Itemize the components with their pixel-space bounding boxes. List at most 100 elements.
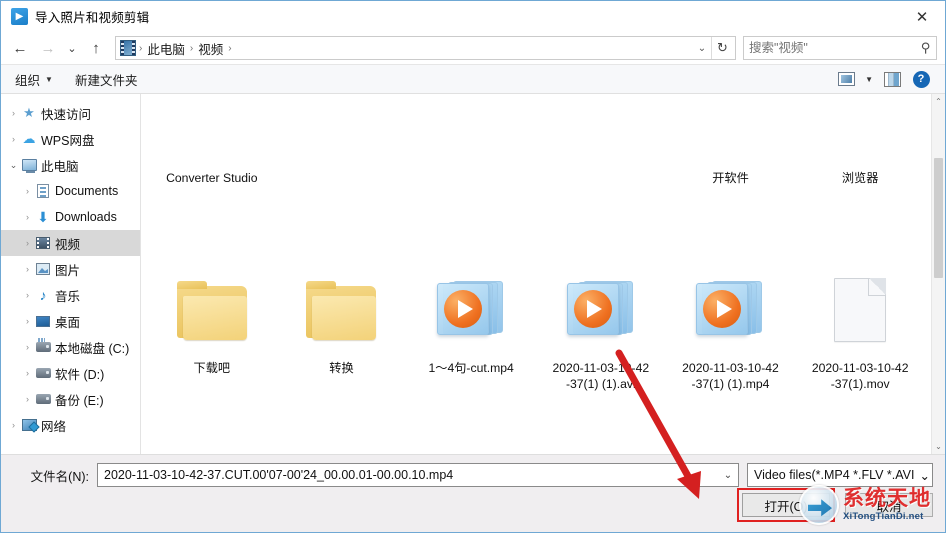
chevron-right-icon[interactable]: › [21,290,34,300]
search-input[interactable] [749,41,922,55]
file-item-clipped[interactable]: Converter Studio [147,94,277,256]
file-item[interactable]: 2020-11-03-10-42-37(1) (1).mp4 [666,256,796,446]
file-item[interactable]: 2020-11-03-10-42-37(1) (1).avi [536,256,666,446]
sidebar-item-this-pc[interactable]: ⌄ 此电脑 [1,152,140,178]
file-grid: Converter Studio 开软件 浏览器 下载吧 转换 1～4句-cut… [141,94,931,454]
file-item-selected[interactable]: 2020-11-03-10-42-37.CUT.00'07-00'24_00.0… [795,446,925,454]
sidebar-item-label: 音乐 [55,289,81,304]
chevron-right-icon[interactable]: › [21,394,34,404]
chevron-right-icon[interactable]: › [7,134,20,144]
file-label: 2020-11-03-10-42-37(1) (1).avi [552,361,650,391]
dialog-body: › ★ 快速访问 › ☁ WPS网盘 ⌄ 此电脑 › Documents › ⬇… [1,94,945,454]
help-icon[interactable]: ? [911,70,931,88]
file-icon-hidden [555,94,647,166]
file-item[interactable]: 1～4句-cut.mp4 [406,256,536,446]
refresh-icon[interactable]: ↻ [711,37,733,59]
new-folder-label: 新建文件夹 [74,73,138,88]
file-label: 2020-11-03-10-42-37(1) (1).mp4 [682,361,779,391]
downloads-icon: ⬇ [37,209,49,225]
sidebar-item-downloads[interactable]: › ⬇ Downloads [1,204,140,230]
recent-locations-button[interactable]: ⌄ [63,35,81,61]
documents-icon [34,184,52,198]
file-type-value: Video files(*.MP4 *.FLV *.AVI [754,468,915,482]
sidebar-item-label: Downloads [55,210,117,224]
drive-icon [34,368,52,378]
sidebar-item-desktop[interactable]: › 桌面 [1,308,140,334]
sidebar-item-quick-access[interactable]: › ★ 快速访问 [1,100,140,126]
scroll-down-button[interactable]: ⌄ [932,439,945,454]
sidebar-item-label: 备份 (E:) [55,393,104,408]
chevron-down-icon[interactable]: ▼ [865,75,873,84]
sidebar-item-pictures[interactable]: › 图片 [1,256,140,282]
file-label: 2020-11-03-10-42-37(1).mov [811,361,909,391]
scroll-up-button[interactable]: ⌃ [932,94,945,109]
watermark: 系统天地 XiTongTianDi.net [799,482,939,528]
breadcrumb-videos[interactable]: 视频 [194,39,227,58]
chevron-down-icon[interactable]: ⌄ [720,470,736,481]
file-item-clipped[interactable]: 开软件 [666,94,796,256]
back-button[interactable]: ← [7,35,33,61]
chevron-right-icon[interactable]: › [7,108,20,118]
chevron-down-icon[interactable]: ⌄ [7,160,20,171]
chevron-right-icon[interactable]: › [21,342,34,352]
folder-icon [166,264,258,356]
breadcrumb-this-pc[interactable]: 此电脑 [143,39,189,58]
navigation-sidebar: › ★ 快速访问 › ☁ WPS网盘 ⌄ 此电脑 › Documents › ⬇… [1,94,141,454]
file-item-clipped[interactable] [406,94,536,256]
file-list-pane[interactable]: Converter Studio 开软件 浏览器 下载吧 转换 1～4句-cut… [141,94,945,454]
scrollbar-thumb[interactable] [934,158,943,278]
filename-input[interactable]: 2020-11-03-10-42-37.CUT.00'07-00'24_00.0… [97,463,739,487]
sidebar-item-network[interactable]: › 网络 [1,412,140,438]
pictures-icon [34,263,52,275]
file-item-folder-download[interactable]: 下载吧 [147,256,277,446]
chevron-right-icon[interactable]: › [21,368,34,378]
sidebar-item-drive-d[interactable]: › 软件 (D:) [1,360,140,386]
chevron-down-icon[interactable]: ⌄ [920,468,930,483]
media-file-icon [684,264,776,356]
sidebar-item-music[interactable]: › ♪ 音乐 [1,282,140,308]
file-item-clipped[interactable] [277,94,407,256]
file-item[interactable]: 2020-11-03-10-42-37.CUT.00'07-00'24.dv [277,446,407,454]
new-folder-button[interactable]: 新建文件夹 [75,70,138,89]
cloud-icon: ☁ [22,131,36,146]
sidebar-item-videos[interactable]: › 视频 [1,230,140,256]
chevron-down-icon[interactable]: ⌄ [693,43,711,54]
file-item-folder-convert[interactable]: 转换 [277,256,407,446]
address-bar[interactable]: › 此电脑 › 视频 › ⌄ ↻ [115,36,736,60]
chevron-right-icon[interactable]: › [21,316,34,326]
chevron-right-icon[interactable]: › [7,420,20,430]
folder-icon [295,264,387,356]
file-item[interactable]: 2020-11-03-10-42-37(1).mov [795,256,925,446]
view-options-icon[interactable] [836,70,856,88]
file-item-clipped[interactable]: 浏览器 [795,94,925,256]
vertical-scrollbar[interactable]: ⌃ ⌄ [931,94,945,454]
close-icon[interactable]: ✕ [899,1,945,32]
chevron-right-icon[interactable]: › [21,186,34,196]
sidebar-item-local-disk-c[interactable]: › 本地磁盘 (C:) [1,334,140,360]
chevron-right-icon[interactable]: › [21,264,34,274]
sidebar-item-wps-cloud[interactable]: › ☁ WPS网盘 [1,126,140,152]
watermark-text: 系统天地 XiTongTianDi.net [843,488,931,522]
sidebar-item-label: Documents [55,184,119,198]
file-item[interactable]: 2020-11-03-10-42-37.3gp [147,446,277,454]
file-item[interactable]: 2020-11-03-10-42-37.CUT.00'07-00'24_00.0… [666,446,796,454]
watermark-cn: 系统天地 [843,487,931,511]
organize-button[interactable]: 组织 ▼ [15,70,53,89]
file-item[interactable]: 2020-11-03-10-42-37.CUT.00'07-00'24.mp4 [536,446,666,454]
file-icon-hidden [425,94,517,166]
chevron-right-icon[interactable]: › [21,212,34,222]
forward-button[interactable]: → [35,35,61,61]
preview-pane-icon[interactable] [882,70,902,88]
sidebar-item-drive-e[interactable]: › 备份 (E:) [1,386,140,412]
file-icon-hidden [814,94,906,166]
file-item-clipped[interactable] [536,94,666,256]
desktop-icon [34,315,52,327]
up-button[interactable]: ↑ [83,35,109,61]
computer-icon [20,159,38,173]
file-item[interactable]: 2020-11-03-10-42-37.CUT.00'07-00'24.mov [406,446,536,454]
sidebar-item-label: 快速访问 [41,107,92,122]
search-box[interactable]: ⚲ [743,36,937,60]
sidebar-item-documents[interactable]: › Documents [1,178,140,204]
chevron-down-icon: ▼ [45,74,53,84]
chevron-right-icon[interactable]: › [21,238,34,248]
